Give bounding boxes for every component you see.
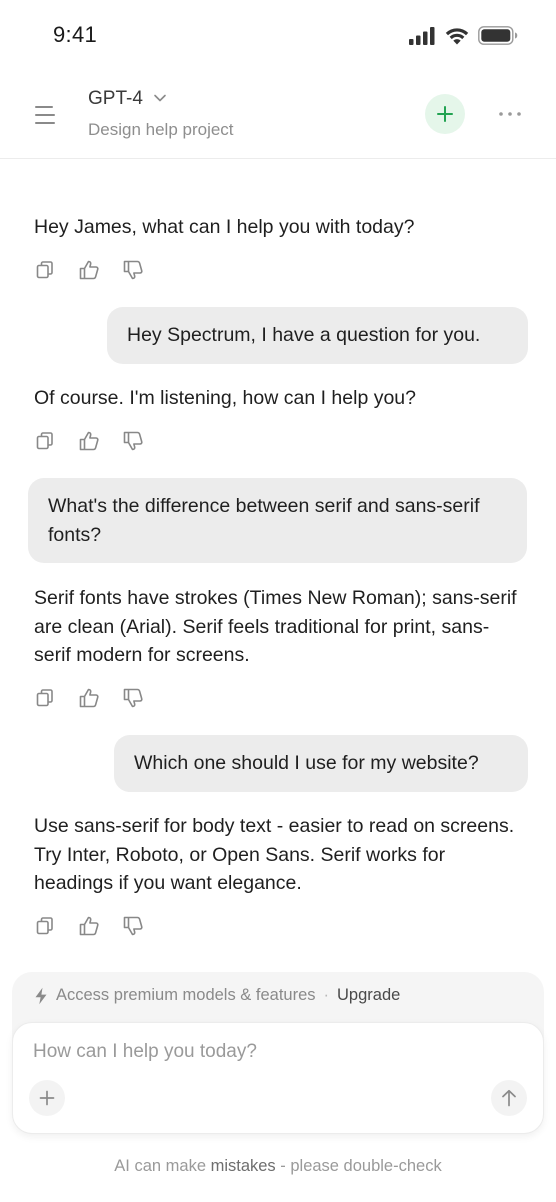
status-bar: 9:41 <box>0 0 556 72</box>
assistant-message: Serif fonts have strokes (Times New Roma… <box>34 587 517 666</box>
copy-button[interactable] <box>34 259 56 281</box>
new-chat-button[interactable] <box>425 94 465 134</box>
composer-panel: Access premium models & features · Upgra… <box>12 972 544 1134</box>
thumbs-down-icon <box>123 431 143 451</box>
status-time: 9:41 <box>53 22 98 47</box>
arrow-up-icon <box>502 1089 516 1107</box>
model-selector[interactable]: GPT-4 <box>88 88 167 110</box>
menu-icon <box>35 106 55 124</box>
menu-button[interactable] <box>30 102 60 128</box>
project-name: Design help project <box>88 120 234 139</box>
chevron-down-icon <box>153 90 167 108</box>
composer <box>12 1022 544 1134</box>
thumbs-up-button[interactable] <box>78 915 100 937</box>
cellular-signal-icon <box>409 26 436 45</box>
disclaimer-emphasis: mistakes <box>210 1157 276 1175</box>
assistant-message: Of course. I'm listening, how can I help… <box>34 387 417 409</box>
assistant-message: Use sans-serif for body text - easier to… <box>34 815 515 894</box>
upsell-separator: · <box>323 986 330 1004</box>
message-actions <box>34 687 144 709</box>
message-actions <box>34 915 144 937</box>
upsell-text: Access premium models & features <box>56 986 316 1004</box>
thumbs-down-button[interactable] <box>122 687 144 709</box>
user-message: Hey Spectrum, I have a question for you. <box>107 307 528 364</box>
thumbs-up-button[interactable] <box>78 430 100 452</box>
copy-icon <box>36 689 53 707</box>
thumbs-up-button[interactable] <box>78 259 100 281</box>
thumbs-down-icon <box>123 688 143 708</box>
chat-header: GPT-4 Design help project <box>0 72 556 159</box>
user-message: Which one should I use for my website? <box>114 735 528 792</box>
thumbs-up-icon <box>79 688 99 708</box>
user-message: What's the difference between serif and … <box>28 478 527 563</box>
copy-icon <box>36 917 53 935</box>
thumbs-up-icon <box>79 916 99 936</box>
thumbs-up-button[interactable] <box>78 687 100 709</box>
more-options-button[interactable] <box>494 100 526 128</box>
thumbs-down-icon <box>123 916 143 936</box>
more-horizontal-icon <box>499 112 521 116</box>
wifi-icon <box>444 26 470 45</box>
attach-button[interactable] <box>29 1080 65 1116</box>
message-actions <box>34 430 144 452</box>
thumbs-down-button[interactable] <box>122 915 144 937</box>
send-button[interactable] <box>491 1080 527 1116</box>
copy-icon <box>36 432 53 450</box>
disclaimer-suffix: - please double-check <box>275 1157 442 1175</box>
plus-icon <box>39 1090 55 1106</box>
status-icons <box>409 26 518 45</box>
thumbs-down-button[interactable] <box>122 430 144 452</box>
premium-upsell: Access premium models & features · Upgra… <box>34 986 400 1005</box>
thumbs-down-button[interactable] <box>122 259 144 281</box>
copy-button[interactable] <box>34 430 56 452</box>
message-actions <box>34 259 144 281</box>
assistant-message: Hey James, what can I help you with toda… <box>34 216 415 238</box>
thumbs-up-icon <box>79 260 99 280</box>
copy-button[interactable] <box>34 687 56 709</box>
lightning-icon <box>34 987 48 1005</box>
copy-icon <box>36 261 53 279</box>
disclaimer-prefix: AI can make <box>114 1157 211 1175</box>
battery-icon <box>478 26 518 45</box>
prompt-input[interactable] <box>33 1037 503 1067</box>
model-name: GPT-4 <box>88 88 143 109</box>
thumbs-up-icon <box>79 431 99 451</box>
plus-icon <box>437 106 453 122</box>
disclaimer: AI can make mistakes - please double-che… <box>0 1157 556 1176</box>
thumbs-down-icon <box>123 260 143 280</box>
upgrade-link[interactable]: Upgrade <box>337 986 400 1005</box>
copy-button[interactable] <box>34 915 56 937</box>
